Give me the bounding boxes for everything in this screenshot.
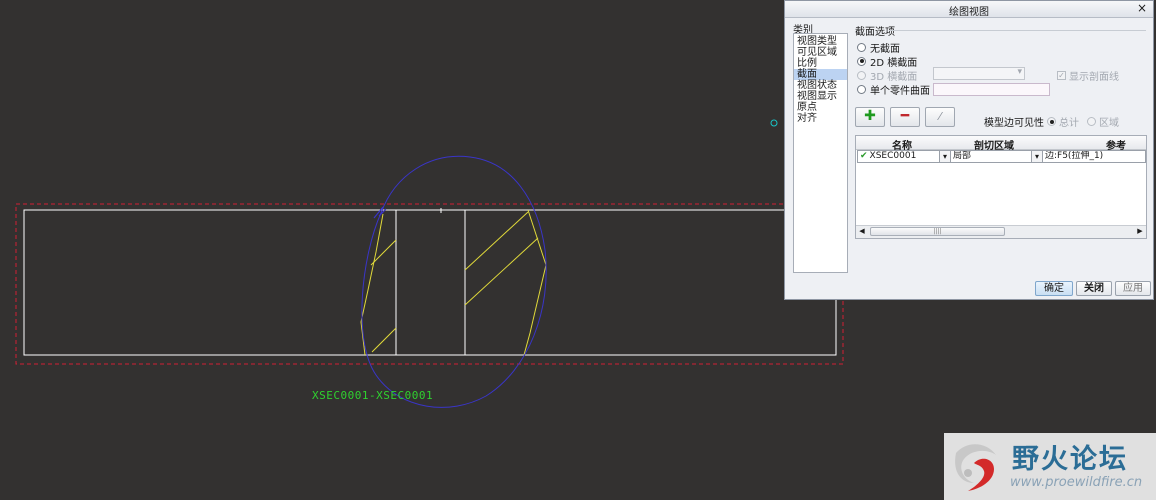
option-no-section[interactable]: 无截面: [857, 41, 900, 55]
plus-icon: ✚: [864, 108, 876, 124]
cell-reference[interactable]: 边:F5(拉伸_1): [1042, 150, 1146, 163]
scroll-right-icon[interactable]: ▶: [1134, 226, 1146, 237]
option-single-part-label: 单个零件曲面: [870, 85, 930, 97]
option-single-part[interactable]: 单个零件曲面: [857, 83, 930, 97]
chevron-down-icon[interactable]: ▾: [939, 151, 950, 162]
radio-2d-section[interactable]: [857, 56, 866, 66]
cell-name-value: XSEC0001: [869, 151, 917, 161]
category-item-origin[interactable]: 原点: [794, 102, 847, 113]
scrollbar-thumb[interactable]: ||||: [870, 227, 1005, 236]
scroll-left-icon[interactable]: ◀: [856, 226, 868, 237]
radio-single-part[interactable]: [857, 84, 866, 94]
3d-section-dropdown: [933, 67, 1025, 80]
radio-3d-section: [857, 70, 866, 80]
radio-visibility-area: [1087, 117, 1096, 126]
section-hatch: [360, 209, 547, 356]
radio-no-section[interactable]: [857, 42, 866, 52]
category-item-alignment[interactable]: 对齐: [794, 113, 847, 124]
show-section-lines: ✓ 显示剖面线: [1057, 68, 1119, 83]
local-section-spline[interactable]: [361, 155, 547, 408]
section-table[interactable]: 名称 剖切区域 参考 ✔ XSEC0001 ▾ 局部 ▾ 边:F5(拉伸_1) ◀…: [855, 135, 1147, 239]
visibility-area-label: 区域: [1099, 118, 1119, 129]
visibility-total-label: 总计: [1059, 118, 1079, 129]
category-list[interactable]: 视图类型 可见区域 比例 截面 视图状态 视图显示 原点 对齐: [793, 33, 848, 273]
category-item-scale[interactable]: 比例: [794, 58, 847, 69]
cell-reference-value: 边:F5(拉伸_1): [1045, 151, 1104, 161]
remove-section-button[interactable]: ━: [890, 107, 920, 127]
option-3d-section-label: 3D 横截面: [870, 71, 918, 83]
add-section-button[interactable]: ✚: [855, 107, 885, 127]
datum-point[interactable]: [770, 119, 778, 127]
view-boundary: [15, 203, 844, 365]
visibility-area: 区域: [1087, 114, 1119, 129]
table-row[interactable]: ✔ XSEC0001 ▾ 局部 ▾ 边:F5(拉伸_1): [856, 150, 1146, 163]
watermark: 野火论坛 www.proewildfire.cn: [944, 433, 1156, 500]
category-item-sections[interactable]: 截面: [794, 69, 847, 80]
section-label[interactable]: XSEC0001-XSEC0001: [312, 389, 433, 402]
radio-visibility-total: [1047, 117, 1056, 126]
cell-area[interactable]: 局部 ▾: [950, 150, 1043, 163]
option-3d-section: 3D 横截面: [857, 69, 918, 83]
dialog-titlebar[interactable]: 绘图视图 ×: [785, 1, 1153, 18]
edge-visibility-label: 模型边可见性: [984, 118, 1044, 129]
visibility-total: 总计: [1047, 114, 1079, 129]
category-item-visible-area[interactable]: 可见区域: [794, 47, 847, 58]
category-item-view-type[interactable]: 视图类型: [794, 36, 847, 47]
section-divider: [889, 30, 1146, 31]
option-no-section-label: 无截面: [870, 43, 900, 55]
flip-icon: ⁄: [939, 110, 941, 123]
forum-logo-icon: [955, 444, 996, 491]
apply-button[interactable]: 应用: [1115, 281, 1151, 296]
close-button[interactable]: 关闭: [1076, 281, 1112, 296]
part-outline: [23, 209, 837, 356]
flip-section-button[interactable]: ⁄: [925, 107, 955, 127]
watermark-name: 野火论坛: [1012, 444, 1128, 475]
cell-area-value: 局部: [953, 151, 972, 161]
single-part-surface-input[interactable]: [933, 83, 1050, 96]
drawing-view-dialog: 绘图视图 × 类别 视图类型 可见区域 比例 截面 视图状态 视图显示 原点 对…: [784, 0, 1154, 300]
minus-icon: ━: [900, 108, 910, 124]
close-icon[interactable]: ×: [1137, 1, 1147, 15]
show-section-lines-checkbox: ✓: [1057, 71, 1066, 80]
category-item-view-states[interactable]: 视图状态: [794, 80, 847, 91]
table-header: 名称 剖切区域 参考: [856, 136, 1146, 152]
show-section-lines-label: 显示剖面线: [1069, 72, 1119, 83]
option-2d-section[interactable]: 2D 横截面: [857, 55, 918, 69]
cell-name[interactable]: ✔ XSEC0001 ▾: [857, 150, 951, 163]
option-2d-section-label: 2D 横截面: [870, 57, 918, 69]
dialog-title: 绘图视图: [949, 7, 989, 18]
ok-button[interactable]: 确定: [1035, 281, 1073, 296]
check-icon: ✔: [860, 151, 868, 161]
table-horizontal-scrollbar[interactable]: ◀ |||| ▶: [856, 225, 1146, 238]
category-item-view-display[interactable]: 视图显示: [794, 91, 847, 102]
chevron-down-icon[interactable]: ▾: [1031, 151, 1042, 162]
watermark-url: www.proewildfire.cn: [1010, 475, 1143, 490]
